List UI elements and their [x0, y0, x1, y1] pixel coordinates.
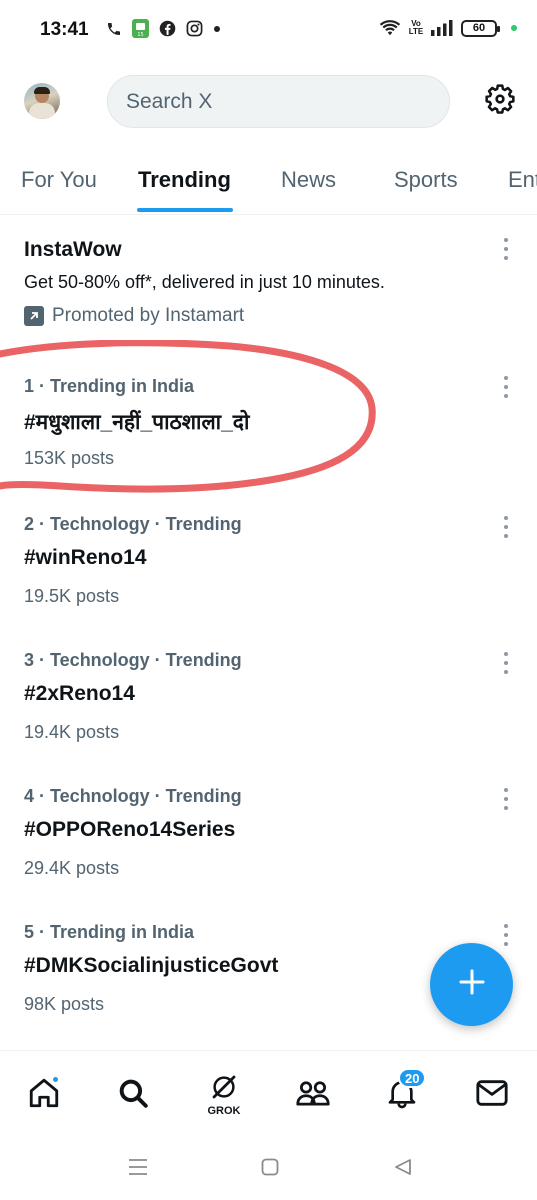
grok-icon — [209, 1072, 239, 1107]
promoted-trend[interactable]: InstaWow Get 50-80% off*, delivered in j… — [0, 216, 537, 352]
settings-button[interactable] — [483, 83, 517, 120]
tab-sports[interactable]: Sports — [394, 167, 458, 193]
trend-context: 1 · Trending in India — [24, 376, 195, 396]
search-placeholder: Search X — [126, 89, 213, 113]
search-input[interactable]: Search X — [107, 75, 450, 128]
trend-context: 5 · Trending in India — [24, 922, 195, 942]
nav-search[interactable] — [109, 1071, 157, 1119]
trend-name: #2xReno14 — [24, 682, 135, 705]
promoted-by-label: Promoted by Instamart — [52, 305, 245, 326]
promoted-arrow-icon — [24, 306, 44, 326]
recents-button[interactable] — [125, 1156, 151, 1182]
facebook-icon — [159, 20, 176, 37]
battery-icon: 60 — [461, 19, 500, 37]
communities-icon — [295, 1076, 331, 1115]
instagram-icon — [186, 20, 203, 37]
nav-grok[interactable]: GROK — [200, 1071, 248, 1119]
trend-context: 3 · Technology · Trending — [24, 650, 242, 670]
dot-icon — [213, 25, 221, 33]
promo-description: Get 50-80% off*, delivered in just 10 mi… — [24, 272, 385, 292]
phone-icon — [106, 21, 122, 37]
compose-post-button[interactable] — [430, 943, 513, 1026]
wifi-icon — [379, 19, 401, 37]
signal-icon — [431, 20, 453, 36]
status-time: 13:41 — [40, 19, 89, 40]
nav-home[interactable] — [20, 1071, 68, 1119]
back-button[interactable] — [390, 1156, 416, 1182]
trend-name: #मधुशाला_नहीं_पाठशाला_दो — [24, 411, 250, 434]
nav-communities[interactable] — [289, 1071, 337, 1119]
nav-notifications[interactable]: 20 — [378, 1068, 427, 1119]
home-system-button[interactable] — [257, 1156, 283, 1182]
messages-icon — [475, 1078, 509, 1113]
system-nav-bar — [0, 1140, 537, 1200]
trend-post-count: 29.4K posts — [24, 858, 120, 878]
tab-trending[interactable]: Trending — [138, 167, 231, 193]
more-options-icon[interactable] — [501, 652, 511, 674]
svg-text:15: 15 — [137, 32, 143, 38]
status-right-icons: Vo LTE 60 — [379, 19, 517, 37]
avatar-hair — [34, 87, 50, 94]
promo-title: InstaWow — [24, 238, 122, 261]
back-triangle-icon — [393, 1157, 413, 1182]
tab-bar: For You Trending News Sports Ent — [0, 150, 537, 215]
status-left-icons: 15 — [106, 19, 221, 38]
trend-context: 2 · Technology · Trending — [24, 514, 242, 534]
plus-icon — [458, 968, 486, 1001]
trend-post-count: 19.4K posts — [24, 722, 120, 742]
trend-post-count: 153K posts — [24, 448, 115, 468]
trend-post-count: 98K posts — [24, 994, 105, 1014]
active-tab-indicator — [137, 208, 233, 212]
square-icon — [260, 1157, 280, 1182]
nav-messages[interactable] — [468, 1071, 516, 1119]
trend-name: #DMKSocialinjusticeGovt — [24, 954, 279, 977]
trend-name: #OPPOReno14Series — [24, 818, 236, 841]
trend-item[interactable]: 3 · Technology · Trending #2xReno14 19.4… — [0, 626, 537, 762]
home-notification-dot — [51, 1075, 60, 1084]
bottom-nav: GROK 20 — [0, 1050, 537, 1140]
tab-entertainment[interactable]: Ent — [508, 167, 537, 193]
menu-icon — [127, 1157, 149, 1182]
notifications-badge: 20 — [398, 1068, 427, 1088]
charging-dot — [511, 25, 517, 31]
tab-for-you[interactable]: For You — [21, 167, 97, 193]
gear-icon — [484, 83, 516, 120]
app-icon: 15 — [132, 19, 149, 38]
more-options-icon[interactable] — [501, 788, 511, 810]
avatar-shirt — [29, 103, 55, 119]
trend-item[interactable]: 1 · Trending in India #मधुशाला_नहीं_पाठश… — [0, 352, 537, 488]
grok-label: GROK — [207, 1105, 241, 1117]
trend-context: 4 · Technology · Trending — [24, 786, 242, 806]
status-bar: 13:41 15 Vo LTE 60 — [0, 0, 537, 62]
more-options-icon[interactable] — [501, 238, 511, 260]
network-label: Vo LTE — [408, 19, 424, 36]
more-options-icon[interactable] — [501, 924, 511, 946]
trend-name: #winReno14 — [24, 546, 147, 569]
trend-post-count: 19.5K posts — [24, 586, 120, 606]
more-options-icon[interactable] — [501, 516, 511, 538]
trend-item[interactable]: 2 · Technology · Trending #winReno14 19.… — [0, 490, 537, 626]
avatar[interactable] — [24, 83, 60, 119]
search-icon — [116, 1076, 150, 1115]
trend-item[interactable]: 4 · Technology · Trending #OPPOReno14Ser… — [0, 762, 537, 898]
more-options-icon[interactable] — [501, 376, 511, 398]
tab-news[interactable]: News — [281, 167, 336, 193]
promoted-by: Promoted by Instamart — [24, 305, 244, 327]
